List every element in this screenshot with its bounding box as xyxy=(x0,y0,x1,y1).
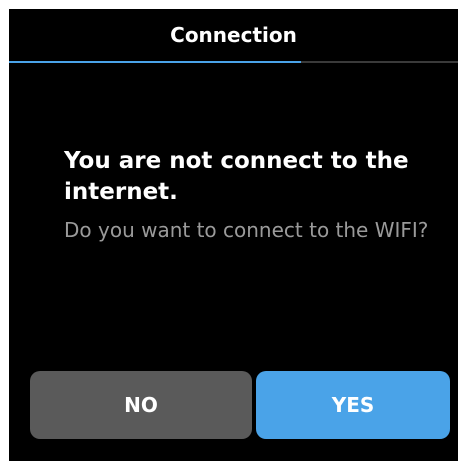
page-title: Connection xyxy=(170,23,297,47)
progress-bar-fill xyxy=(9,61,301,63)
no-button[interactable]: NO xyxy=(30,371,252,439)
message-title: You are not connect to the internet. xyxy=(64,148,409,205)
connection-screen: Connection You are not connect to the in… xyxy=(9,9,458,461)
message-subtitle: Do you want to connect to the WIFI? xyxy=(64,218,429,242)
yes-button[interactable]: YES xyxy=(256,371,450,439)
progress-bar xyxy=(9,61,458,63)
